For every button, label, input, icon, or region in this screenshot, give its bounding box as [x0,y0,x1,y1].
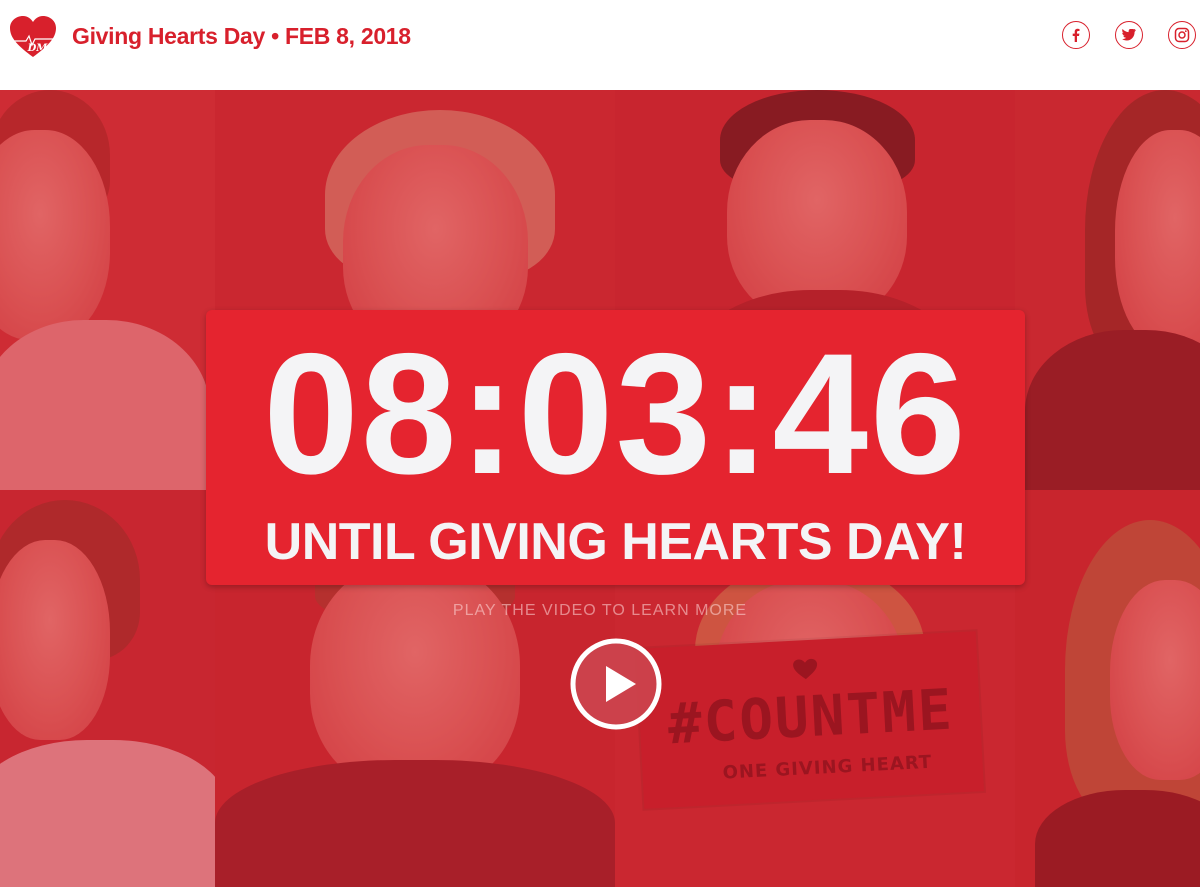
logo[interactable]: DMF [8,14,58,60]
instagram-icon [1174,27,1190,43]
video-note: PLAY THE VIDEO TO LEARN MORE [452,602,748,619]
countdown-timer: 08:03:46 [263,318,968,510]
play-video-button[interactable] [570,638,662,730]
twitter-icon [1122,29,1136,41]
facebook-link[interactable] [1062,21,1090,49]
instagram-link[interactable] [1168,21,1196,49]
logo-text: DMF [27,43,55,54]
twitter-link[interactable] [1115,21,1143,49]
countdown-subtitle: UNTIL GIVING HEARTS DAY! [264,513,967,571]
play-icon [570,638,662,730]
sign-subtitle: ONE GIVING HEART [722,751,933,784]
facebook-icon [1072,28,1080,42]
countme-sign: #COUNTME ONE GIVING HEART [636,631,984,809]
site-header: DMF Giving Hearts Day • FEB 8, 2018 [0,0,1200,90]
sign-hashtag: #COUNTME [666,677,956,758]
heart-icon [793,658,818,680]
countdown-box: 08:03:46 UNTIL GIVING HEARTS DAY! [206,310,1025,585]
site-title[interactable]: Giving Hearts Day • FEB 8, 2018 [72,20,411,52]
